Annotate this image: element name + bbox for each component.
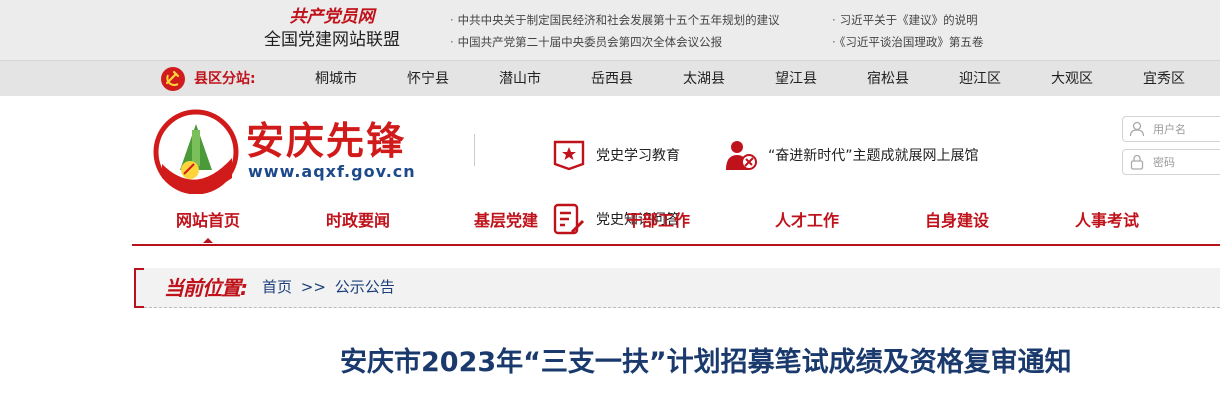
breadcrumb-label: 当前位置:	[164, 276, 248, 300]
county-link[interactable]: 宜秀区	[1118, 61, 1210, 97]
alliance-title: 全国党建网站联盟	[264, 30, 400, 50]
top-bar: 共产党员网 全国党建网站联盟 中共中央关于制定国民经济和社会发展第十五个五年规划…	[0, 0, 1220, 60]
password-input[interactable]	[1153, 155, 1219, 169]
header-divider	[474, 134, 475, 166]
county-link[interactable]: 潜山市	[474, 61, 566, 97]
password-field[interactable]	[1122, 149, 1220, 175]
top-link[interactable]: 中国共产党第二十届中央委员会第四次全体会议公报	[450, 31, 780, 53]
nav-item-cadres[interactable]: 干部工作	[626, 206, 690, 236]
nav-item-home[interactable]: 网站首页	[176, 206, 240, 243]
party-emblem-icon	[161, 67, 185, 91]
lock-icon	[1130, 154, 1144, 170]
feature-label: 党史学习教育	[596, 148, 680, 164]
breadcrumb: 当前位置: 首页 >> 公示公告	[134, 268, 1220, 308]
main-nav: 网站首页 时政要闻 基层党建 干部工作 人才工作 自身建设 人事考试	[132, 206, 1220, 246]
alliance-logo: 共产党员网	[289, 7, 375, 27]
breadcrumb-current-link[interactable]: 公示公告	[335, 278, 395, 296]
county-label: 县区分站:	[194, 71, 256, 87]
nav-item-exams[interactable]: 人事考试	[1075, 206, 1139, 236]
party-alliance-link[interactable]: 共产党员网 全国党建网站联盟	[252, 6, 412, 52]
username-input[interactable]	[1153, 122, 1219, 136]
username-field[interactable]	[1122, 116, 1220, 142]
site-logo[interactable]: 安庆先锋 www.aqxf.gov.cn	[150, 104, 450, 194]
breadcrumb-home-link[interactable]: 首页	[262, 278, 292, 296]
top-link[interactable]: 习近平关于《建议》的说明	[832, 9, 983, 31]
party-member-icon	[726, 141, 757, 170]
county-link[interactable]: 迎江区	[934, 61, 1026, 97]
top-link[interactable]: 中共中央关于制定国民经济和社会发展第十五个五年规划的建议	[450, 9, 780, 31]
book-star-icon	[553, 140, 585, 171]
county-link[interactable]: 大观区	[1026, 61, 1118, 97]
county-link[interactable]: 岳西县	[566, 61, 658, 97]
feature-party-history[interactable]: 党史学习教育	[552, 138, 680, 172]
nav-item-talent[interactable]: 人才工作	[775, 206, 839, 236]
top-link[interactable]: 《习近平谈治国理政》第五卷	[832, 31, 984, 53]
breadcrumb-bracket	[134, 268, 144, 308]
feature-exhibition[interactable]: “奋进新时代”主题成就展网上展馆	[724, 138, 979, 172]
county-link[interactable]: 怀宁县	[382, 61, 474, 97]
breadcrumb-trail: 首页 >> 公示公告	[262, 276, 395, 297]
site-url: www.aqxf.gov.cn	[248, 162, 416, 181]
feature-label: “奋进新时代”主题成就展网上展馆	[768, 148, 979, 164]
county-bar: 县区分站: 桐城市 怀宁县 潜山市 岳西县 太湖县 望江县 宿松县 迎江区 大观…	[0, 60, 1220, 96]
nav-item-grassroots[interactable]: 基层党建	[474, 206, 538, 236]
county-link[interactable]: 宿松县	[842, 61, 934, 97]
nav-item-self-building[interactable]: 自身建设	[925, 206, 989, 236]
site-name: 安庆先锋	[246, 119, 407, 163]
site-emblem-icon	[153, 109, 239, 194]
county-list: 桐城市 怀宁县 潜山市 岳西县 太湖县 望江县 宿松县 迎江区 大观区 宜秀区	[290, 61, 1210, 97]
top-links-left: 中共中央关于制定国民经济和社会发展第十五个五年规划的建议 中国共产党第二十届中央…	[450, 9, 780, 53]
county-link[interactable]: 桐城市	[290, 61, 382, 97]
user-icon	[1129, 121, 1145, 137]
county-link[interactable]: 太湖县	[658, 61, 750, 97]
article-title: 安庆市2023年“三支一扶”计划招募笔试成绩及资格复审通知	[340, 347, 1072, 378]
top-links-right: 习近平关于《建议》的说明 《习近平谈治国理政》第五卷	[832, 9, 984, 53]
breadcrumb-separator: >>	[300, 278, 326, 296]
county-link[interactable]: 望江县	[750, 61, 842, 97]
nav-item-politics[interactable]: 时政要闻	[326, 206, 390, 236]
